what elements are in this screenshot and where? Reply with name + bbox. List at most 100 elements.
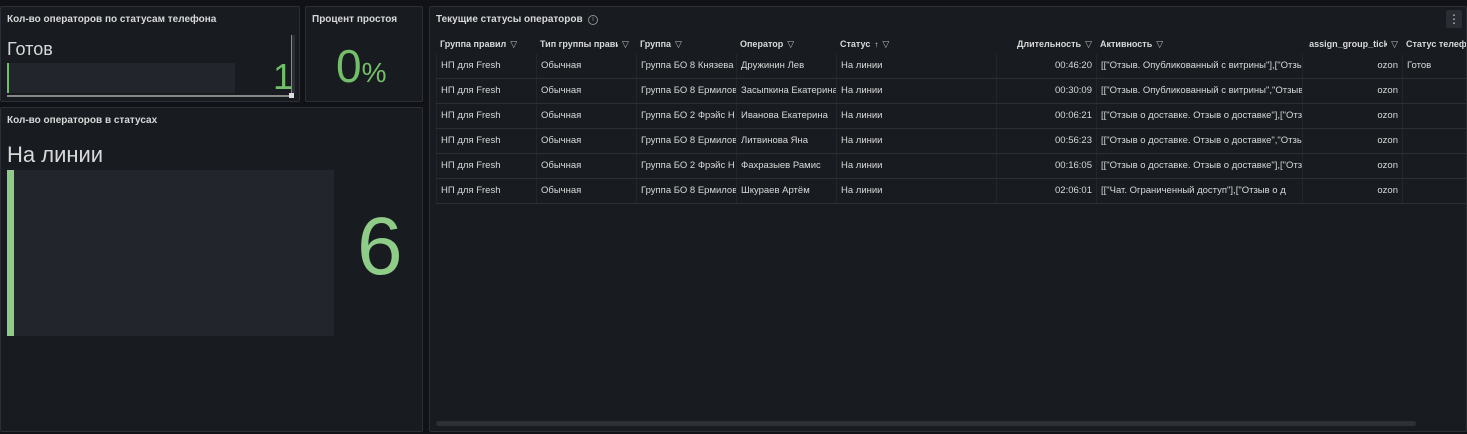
cell-rule-group-type: Обычная: [536, 179, 636, 203]
table-body: НП для Fresh Обычная Группа БО 8 Князева Др…: [436, 54, 1466, 204]
cell-status: На линии: [836, 54, 996, 78]
column-header-activity[interactable]: Активность ▽: [1096, 35, 1302, 53]
cell-duration: 00:30:09: [996, 79, 1096, 103]
cell-assign-group-ticket: ozon: [1302, 104, 1402, 128]
column-header-group[interactable]: Группа ▽: [636, 35, 736, 53]
cell-phone-status: [1402, 104, 1466, 128]
column-header-label: Статус телефона: [1406, 39, 1467, 49]
cell-rule-group: НП для Fresh: [436, 179, 536, 203]
filter-icon[interactable]: ▽: [1391, 35, 1398, 53]
cell-group: Группа БО 8 Ермилова: [636, 129, 736, 153]
cell-group: Группа БО 2 Фрэйс Н: [636, 154, 736, 178]
cell-phone-status: [1402, 79, 1466, 103]
cell-assign-group-ticket: ozon: [1302, 129, 1402, 153]
cell-group: Группа БО 2 Фрэйс Н: [636, 104, 736, 128]
column-header-rule-group[interactable]: Группа правил ▽: [436, 35, 536, 53]
cell-rule-group-type: Обычная: [536, 104, 636, 128]
panel-menu-button[interactable]: ⋮: [1446, 10, 1462, 28]
cell-assign-group-ticket: ozon: [1302, 179, 1402, 203]
column-header-phone-status[interactable]: Статус телефона: [1402, 35, 1467, 53]
horizontal-scrollbar[interactable]: [436, 421, 1416, 426]
column-header-rule-group-type[interactable]: Тип группы правил ▽: [536, 35, 636, 53]
cell-rule-group: НП для Fresh: [436, 129, 536, 153]
table-row[interactable]: НП для Fresh Обычная Группа БО 8 Ермилова Ш…: [436, 179, 1466, 204]
panel-title: Процент простоя: [312, 14, 398, 25]
column-header-label: Активность: [1100, 39, 1153, 49]
table-row[interactable]: НП для Fresh Обычная Группа БО 2 Фрэйс Н Ив…: [436, 104, 1466, 129]
cell-rule-group: НП для Fresh: [436, 79, 536, 103]
cell-phone-status: [1402, 179, 1466, 203]
stat-value: 0: [336, 40, 362, 92]
cell-group: Группа БО 8 Князева: [636, 54, 736, 78]
table-row[interactable]: НП для Fresh Обычная Группа БО 2 Фрэйс Н Фа…: [436, 154, 1466, 179]
column-header-label: Тип группы правил: [540, 39, 618, 49]
column-header-duration[interactable]: Длительность ▽: [996, 35, 1096, 53]
panel-title: Кол-во операторов по статусам телефона: [7, 14, 217, 25]
filter-icon[interactable]: ▽: [1156, 35, 1163, 53]
cell-activity: [["Отзыв. Опубликованный с витрины","Отз…: [1096, 79, 1302, 103]
cell-phone-status: [1402, 129, 1466, 153]
panel-title: Текущие статусы операторов: [436, 14, 583, 25]
column-header-label: Группа: [640, 39, 672, 49]
horizontal-scrollbar[interactable]: [7, 95, 291, 97]
cell-duration: 00:46:20: [996, 54, 1096, 78]
filter-icon[interactable]: ▽: [787, 35, 794, 53]
cell-activity: [["Отзыв о доставке. Отзыв о доставке","…: [1096, 129, 1302, 153]
filter-icon[interactable]: ▽: [882, 35, 889, 53]
scroll-corner: [289, 93, 294, 98]
column-header-assign-group-ticket[interactable]: assign_group_ticket ▽: [1302, 35, 1402, 53]
cell-assign-group-ticket: ozon: [1302, 154, 1402, 178]
cell-rule-group-type: Обычная: [536, 79, 636, 103]
cell-activity: [["Чат. Ограниченный доступ"],["Отзыв о …: [1096, 179, 1302, 203]
stat-label: На линии: [7, 142, 104, 167]
table-row[interactable]: НП для Fresh Обычная Группа БО 8 Ермилова Л…: [436, 129, 1466, 154]
cell-duration: 00:16:05: [996, 154, 1096, 178]
cell-group: Группа БО 8 Ермилова: [636, 179, 736, 203]
cell-status: На линии: [836, 154, 996, 178]
stat-bar-background: [7, 63, 235, 93]
panel-phone-status: Кол-во операторов по статусам телефона Г…: [0, 6, 300, 102]
table-row[interactable]: НП для Fresh Обычная Группа БО 8 Ермилова З…: [436, 79, 1466, 104]
cell-rule-group-type: Обычная: [536, 54, 636, 78]
table-header: Группа правил ▽ Тип группы правил▽ Группа…: [436, 35, 1467, 53]
cell-activity: [["Отзыв о доставке. Отзыв о доставке"],…: [1096, 104, 1302, 128]
stat-bar-fill: [7, 63, 9, 93]
sort-ascending-icon[interactable]: ↑: [874, 36, 878, 53]
stat-bar-fill: [7, 170, 14, 336]
column-header-operator[interactable]: Оператор ▽: [736, 35, 836, 53]
cell-activity: [["Отзыв о доставке. Отзыв о доставке"],…: [1096, 154, 1302, 178]
cell-operator: Засыпкина Екатерина: [736, 79, 836, 103]
filter-icon[interactable]: ▽: [675, 35, 682, 53]
table-row[interactable]: НП для Fresh Обычная Группа БО 8 Князева Др…: [436, 54, 1466, 79]
cell-duration: 00:06:21: [996, 104, 1096, 128]
filter-icon[interactable]: ▽: [1085, 35, 1092, 53]
column-header-label: Группа правил: [440, 39, 507, 49]
cell-operator: Шкураев Артём: [736, 179, 836, 203]
panel-idle-percent: Процент простоя 0%: [305, 6, 423, 102]
column-header-label: Оператор: [740, 39, 784, 49]
cell-group: Группа БО 8 Ермилова: [636, 79, 736, 103]
cell-status: На линии: [836, 179, 996, 203]
stat-value: 6: [357, 201, 403, 292]
cell-activity: [["Отзыв. Опубликованный с витрины"],["О…: [1096, 54, 1302, 78]
cell-operator: Дружинин Лев: [736, 54, 836, 78]
filter-icon[interactable]: ▽: [622, 35, 629, 53]
column-header-status[interactable]: Статус ↑ ▽: [836, 35, 996, 53]
cell-status: На линии: [836, 104, 996, 128]
cell-assign-group-ticket: ozon: [1302, 79, 1402, 103]
cell-operator: Фахразыев Рамис: [736, 154, 836, 178]
cell-rule-group: НП для Fresh: [436, 154, 536, 178]
filter-icon[interactable]: ▽: [510, 35, 517, 53]
stat-unit: %: [361, 57, 387, 88]
info-icon[interactable]: i: [588, 15, 598, 25]
column-header-label: assign_group_ticket: [1309, 39, 1387, 49]
cell-phone-status: Готов: [1402, 54, 1466, 78]
cell-duration: 02:06:01: [996, 179, 1096, 203]
column-header-label: Статус: [840, 39, 871, 49]
cell-phone-status: [1402, 154, 1466, 178]
column-header-label: Длительность: [1016, 39, 1082, 49]
cell-operator: Литвинова Яна: [736, 129, 836, 153]
vertical-scrollbar[interactable]: [291, 35, 295, 93]
cell-operator: Иванова Екатерина: [736, 104, 836, 128]
cell-duration: 00:56:23: [996, 129, 1096, 153]
